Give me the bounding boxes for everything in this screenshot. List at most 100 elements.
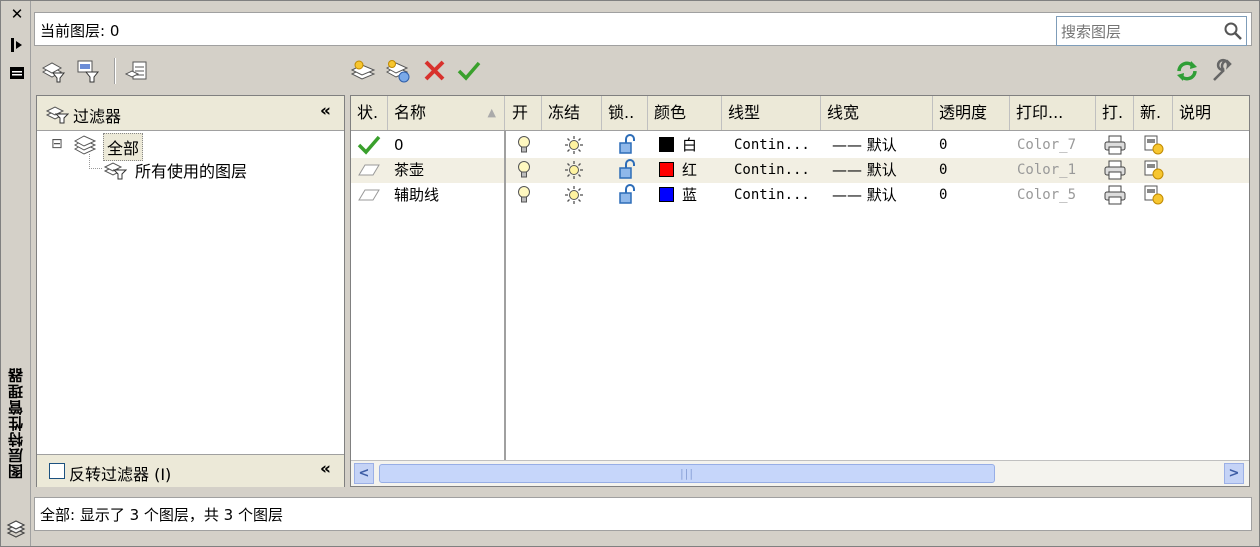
layer-color[interactable]: 红	[659, 158, 697, 183]
new-property-filter-icon[interactable]	[40, 58, 66, 84]
lightbulb-on-icon[interactable]	[517, 135, 531, 160]
new-vp-freeze-icon[interactable]	[1143, 159, 1165, 184]
filter-icon	[103, 158, 128, 184]
search-layers-box[interactable]	[1056, 16, 1247, 46]
status-bar: 全部: 显示了 3 个图层，共 3 个图层	[34, 497, 1252, 531]
new-vp-freeze-icon[interactable]	[1143, 184, 1165, 209]
tree-connector	[89, 154, 102, 169]
lightbulb-on-icon[interactable]	[517, 160, 531, 185]
column-name-label: 名称	[394, 103, 427, 122]
filter-tree-panel: 过滤器 « ⊟ 全部 所有使用的图层 反转过滤器 (I) «	[36, 95, 345, 487]
tree-node-all-used-layers[interactable]: 所有使用的图层	[135, 158, 247, 182]
close-icon[interactable]: ✕	[7, 5, 27, 23]
layer-color[interactable]: 白	[659, 133, 697, 158]
layer-linetype[interactable]: Contin...	[734, 183, 810, 208]
delete-layer-icon[interactable]	[422, 58, 448, 84]
settings-icon[interactable]	[1210, 58, 1236, 84]
column-new-vp-freeze[interactable]: 新.	[1134, 96, 1173, 130]
column-status[interactable]: 状.	[351, 96, 388, 130]
filter-icon	[45, 102, 70, 128]
column-name[interactable]: 名称 ▲	[388, 96, 505, 130]
search-layers-input[interactable]	[1059, 19, 1223, 45]
color-swatch	[659, 137, 674, 152]
collapse-footer-icon[interactable]: «	[320, 459, 331, 479]
layer-plot-style: Color_1	[1017, 162, 1077, 178]
collapse-filter-panel-icon[interactable]: «	[320, 101, 331, 121]
table-row[interactable]: 茶壶 红 Contin... —— 默认 0 Color_1	[351, 158, 1249, 183]
layer-name[interactable]: 辅助线	[394, 183, 439, 208]
layer-name[interactable]: 茶壶	[394, 158, 424, 183]
layer-linetype[interactable]: Contin...	[734, 158, 810, 183]
color-swatch	[659, 187, 674, 202]
grid-header-row: 状. 名称 ▲ 开 冻结 锁.. 颜色 线型 线宽 透明度 打印... 打. 新.…	[351, 96, 1249, 131]
set-current-icon[interactable]	[456, 58, 482, 84]
layer-lineweight[interactable]: —— 默认	[832, 133, 897, 158]
layer-color[interactable]: 蓝	[659, 183, 697, 208]
auto-hide-icon[interactable]	[7, 37, 27, 55]
column-plot[interactable]: 打.	[1096, 96, 1134, 130]
scrollbar-thumb[interactable]: |||	[379, 464, 995, 483]
filter-panel-header: 过滤器 «	[37, 96, 344, 131]
current-layer-label: 当前图层: 0	[40, 22, 120, 40]
layer-list-grid: 状. 名称 ▲ 开 冻结 锁.. 颜色 线型 线宽 透明度 打印... 打. 新.…	[350, 95, 1250, 487]
palette-title: 图层特性管理器	[7, 367, 25, 480]
sun-thawed-icon[interactable]	[563, 135, 585, 160]
color-name: 蓝	[682, 186, 698, 204]
grid-frozen-column-divider	[504, 130, 506, 460]
scroll-left-arrow-icon[interactable]: <	[354, 463, 374, 484]
layer-lineweight[interactable]: —— 默认	[832, 158, 897, 183]
column-color[interactable]: 颜色	[648, 96, 722, 130]
properties-menu-icon[interactable]	[7, 65, 27, 83]
invert-filter-label: 反转过滤器 (I)	[69, 465, 172, 484]
new-vp-freeze-icon[interactable]	[1143, 134, 1165, 159]
column-on[interactable]: 开	[506, 96, 542, 130]
color-name: 红	[682, 161, 698, 179]
layer-plot-style: Color_7	[1017, 137, 1077, 153]
refresh-icon[interactable]	[1174, 58, 1200, 84]
horizontal-scrollbar[interactable]: < ||| >	[351, 460, 1249, 486]
search-icon[interactable]	[1223, 21, 1243, 41]
layer-linetype[interactable]: Contin...	[734, 133, 810, 158]
layer-transparency[interactable]: 0	[939, 183, 947, 208]
color-name: 白	[682, 136, 698, 154]
layer-status-icon[interactable]	[357, 186, 381, 211]
layer-transparency[interactable]: 0	[939, 133, 947, 158]
column-linetype[interactable]: 线型	[722, 96, 821, 130]
tree-node-all[interactable]: 全部	[103, 133, 144, 161]
sun-thawed-icon[interactable]	[563, 160, 585, 185]
column-transparency[interactable]: 透明度	[933, 96, 1010, 130]
table-row[interactable]: 辅助线 蓝 Contin... —— 默认 0 Color_5	[351, 183, 1249, 208]
layer-plot-style: Color_5	[1017, 187, 1077, 203]
printer-icon[interactable]	[1103, 159, 1127, 184]
layer-transparency[interactable]: 0	[939, 158, 947, 183]
layer-states-manager-icon[interactable]	[124, 58, 150, 84]
new-layer-vp-frozen-icon[interactable]	[385, 58, 411, 84]
column-lock[interactable]: 锁..	[602, 96, 648, 130]
sun-thawed-icon[interactable]	[563, 185, 585, 210]
sort-ascending-icon: ▲	[487, 106, 496, 119]
printer-icon[interactable]	[1103, 184, 1127, 209]
column-freeze[interactable]: 冻结	[542, 96, 602, 130]
unlocked-icon[interactable]	[617, 159, 639, 184]
column-plot-style[interactable]: 打印...	[1010, 96, 1096, 130]
scroll-right-arrow-icon[interactable]: >	[1224, 463, 1244, 484]
status-text: 全部: 显示了 3 个图层，共 3 个图层	[40, 506, 283, 524]
lightbulb-on-icon[interactable]	[517, 185, 531, 210]
current-layer-check-icon[interactable]	[357, 135, 381, 160]
table-row[interactable]: 0 白 Contin... —— 默认 0 Color_7	[351, 133, 1249, 158]
toolbar-separator	[114, 58, 116, 84]
invert-filter-checkbox[interactable]	[49, 463, 65, 479]
layer-lineweight[interactable]: —— 默认	[832, 183, 897, 208]
layers-icon	[6, 519, 26, 539]
filter-panel-title: 过滤器	[73, 107, 122, 126]
column-description[interactable]: 说明	[1173, 96, 1249, 130]
tree-expander-icon[interactable]: ⊟	[51, 136, 63, 152]
layer-name[interactable]: 0	[394, 133, 404, 158]
printer-icon[interactable]	[1103, 134, 1127, 159]
new-group-filter-icon[interactable]	[74, 58, 100, 84]
color-swatch	[659, 162, 674, 177]
new-layer-icon[interactable]	[350, 58, 376, 84]
unlocked-icon[interactable]	[617, 134, 639, 159]
column-lineweight[interactable]: 线宽	[821, 96, 933, 130]
unlocked-icon[interactable]	[617, 184, 639, 209]
